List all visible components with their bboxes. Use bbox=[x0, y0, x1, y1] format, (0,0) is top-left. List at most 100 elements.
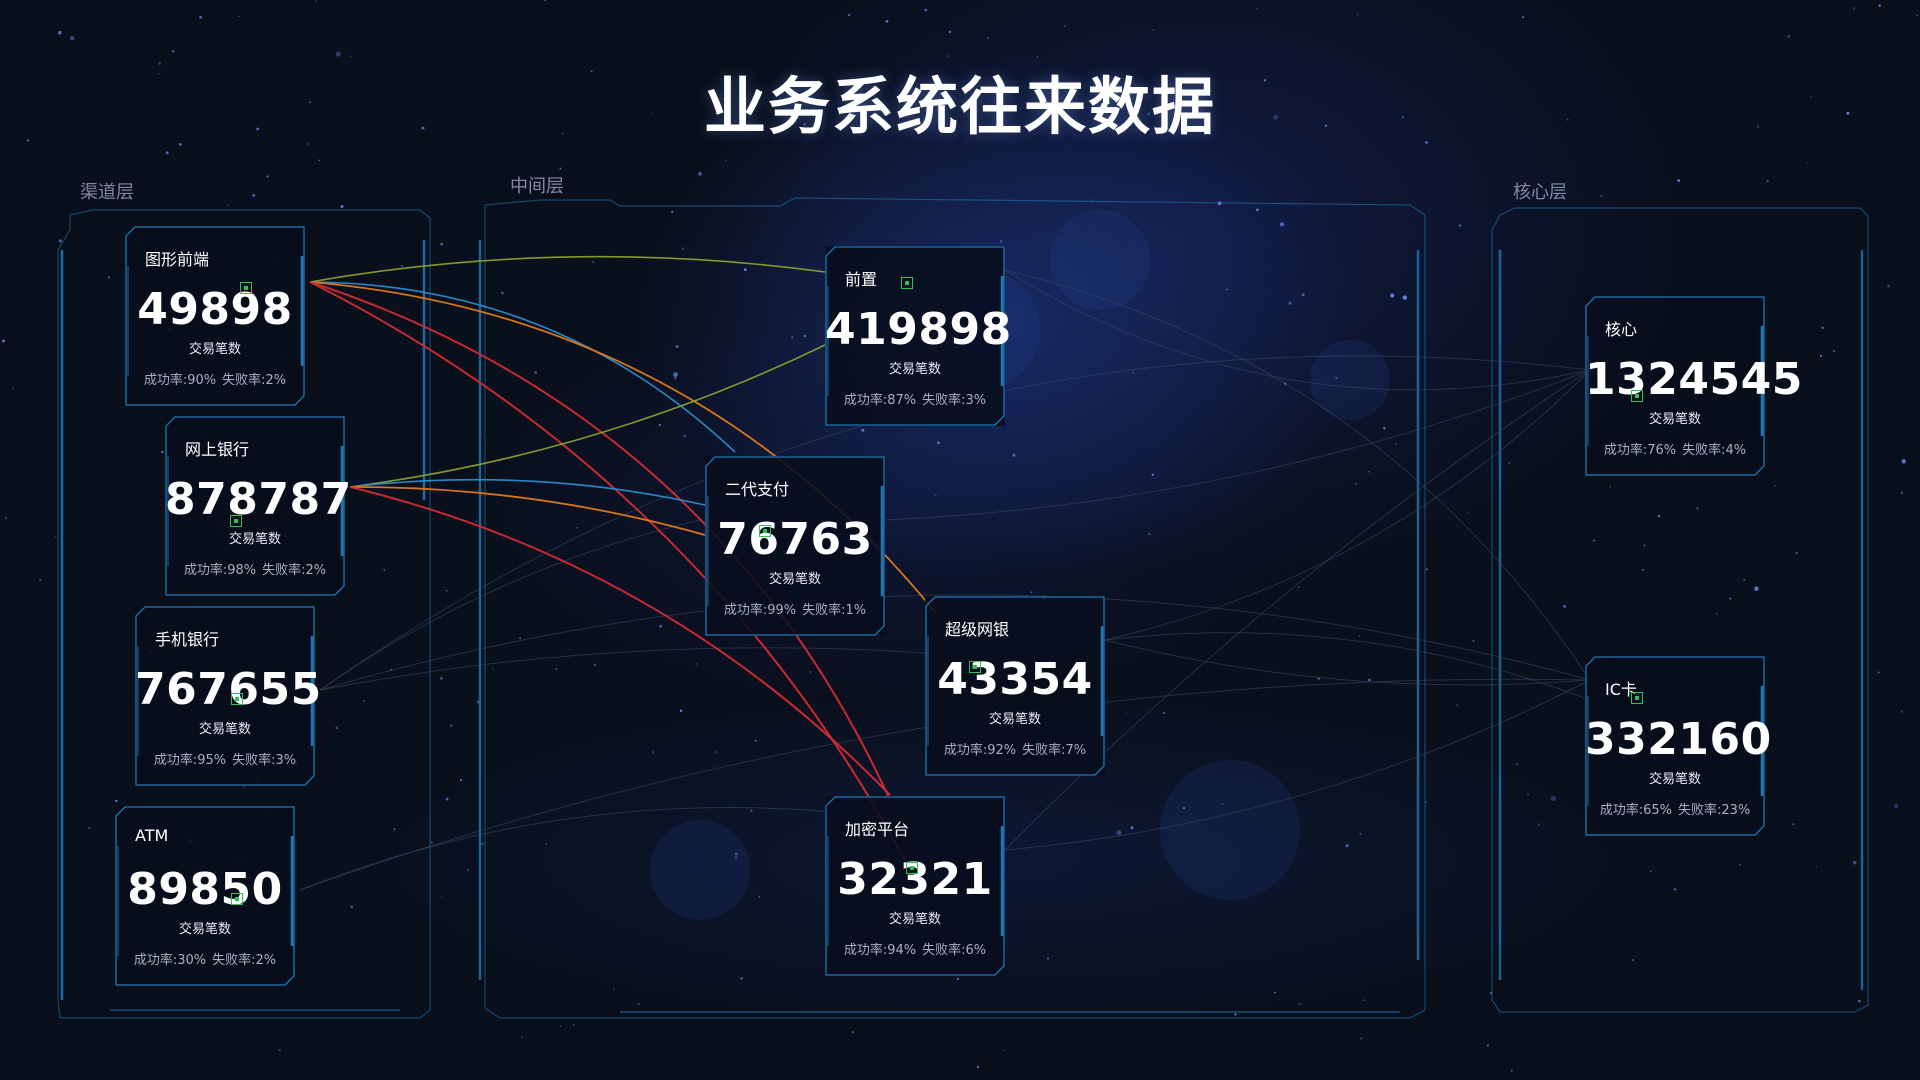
node-transaction-count: 89850 bbox=[127, 864, 283, 915]
success-label: 成功率: bbox=[133, 953, 178, 968]
layer-label-core: 核心层 bbox=[1513, 182, 1567, 203]
success-label: 成功率: bbox=[843, 943, 888, 958]
success-rate: 65% bbox=[1643, 803, 1672, 818]
node-marker-icon bbox=[1631, 692, 1643, 704]
node-caption: 交易笔数 bbox=[228, 532, 281, 547]
node-card-ic-card[interactable]: IC卡 332160 交易笔数 成功率:65% 失败率:23% bbox=[1585, 656, 1771, 836]
node-name: 加密平台 bbox=[845, 820, 910, 839]
faint-link-line bbox=[1104, 369, 1591, 641]
link-line bbox=[309, 255, 826, 283]
fail-label: 失败率: bbox=[262, 563, 306, 578]
fail-rate: 1% bbox=[845, 603, 867, 618]
success-rate: 30% bbox=[177, 953, 207, 968]
node-rates: 成功率:99% 失败率:1% bbox=[705, 599, 885, 618]
node-name: 手机银行 bbox=[155, 630, 220, 649]
node-caption: 交易笔数 bbox=[888, 362, 941, 377]
success-label: 成功率: bbox=[943, 743, 988, 758]
fail-rate: 23% bbox=[1721, 803, 1751, 818]
fail-rate: 6% bbox=[965, 943, 987, 958]
fail-rate: 2% bbox=[265, 373, 287, 388]
success-rate: 92% bbox=[987, 743, 1017, 758]
node-caption: 交易笔数 bbox=[1648, 412, 1701, 427]
node-name: ATM bbox=[135, 826, 169, 845]
fail-label: 失败率: bbox=[922, 943, 966, 958]
node-caption: 交易笔数 bbox=[988, 712, 1041, 727]
page-title: 业务系统往来数据 bbox=[703, 70, 1216, 143]
node-marker-icon bbox=[969, 661, 981, 673]
success-rate: 99% bbox=[767, 603, 797, 618]
node-card-graphic-frontend[interactable]: 图形前端 49898 交易笔数 成功率:90% 失败率:2% bbox=[125, 226, 305, 406]
node-rates: 成功率:94% 失败率:6% bbox=[825, 939, 1005, 958]
dashboard: 业务系统往来数据 渠道层 中间层 核心层 图形前端 49898 交易笔数 成功率:90… bbox=[0, 0, 1920, 1080]
node-rates: 成功率:92% 失败率:7% bbox=[925, 739, 1105, 758]
node-card-super-ebank[interactable]: 超级网银 43354 交易笔数成功率:92% 失败率:7% bbox=[925, 596, 1105, 776]
fail-label: 失败率: bbox=[1678, 803, 1722, 818]
node-transaction-count: 878787 bbox=[165, 474, 352, 525]
fail-rate: 4% bbox=[1725, 443, 1747, 458]
fail-rate: 7% bbox=[1065, 743, 1087, 758]
success-rate: 98% bbox=[227, 563, 257, 578]
node-card-atm[interactable]: ATM 89850 交易笔数成功率:30% 失败率:2% bbox=[115, 806, 295, 986]
node-transaction-count: 767655 bbox=[135, 664, 322, 715]
node-caption: 交易笔数 bbox=[198, 722, 251, 737]
faint-link-line bbox=[299, 807, 901, 891]
fail-label: 失败率: bbox=[212, 953, 256, 968]
faint-link-line bbox=[1104, 632, 1591, 701]
faint-link-line bbox=[1004, 269, 1591, 391]
layer-label-middle: 中间层 bbox=[510, 176, 564, 197]
fail-label: 失败率: bbox=[1022, 743, 1066, 758]
node-caption: 交易笔数 bbox=[888, 912, 941, 927]
success-rate: 90% bbox=[187, 373, 217, 388]
node-name: 超级网银 bbox=[945, 620, 1010, 639]
success-label: 成功率: bbox=[153, 753, 198, 768]
node-name: 核心 bbox=[1605, 320, 1638, 339]
node-marker-icon bbox=[901, 277, 913, 289]
fail-rate: 2% bbox=[255, 953, 277, 968]
fail-rate: 3% bbox=[965, 393, 987, 408]
node-card-online-banking[interactable]: 网上银行 878787 交易笔数 成功率:98% 失败率:2% bbox=[165, 416, 352, 596]
fail-label: 失败率: bbox=[802, 603, 846, 618]
node-rates: 成功率:30% 失败率:2% bbox=[115, 949, 295, 968]
faint-link-line bbox=[319, 647, 1011, 691]
fail-label: 失败率: bbox=[922, 393, 966, 408]
node-card-frontend[interactable]: 前置 419898 交易笔数 成功率:87% 失败率:3% bbox=[825, 246, 1011, 426]
node-name: 二代支付 bbox=[725, 480, 790, 499]
node-transaction-count: 43354 bbox=[937, 654, 1093, 705]
success-label: 成功率: bbox=[1599, 803, 1644, 818]
node-name: 前置 bbox=[845, 270, 878, 289]
success-label: 成功率: bbox=[723, 603, 768, 618]
node-card-encryption[interactable]: 加密平台 32321 交易笔数 成功率:94% 失败率:6% bbox=[825, 796, 1005, 976]
node-card-cnaps2[interactable]: 二代支付 76763 交易笔数 成功率:99% 失败率:1% bbox=[705, 456, 885, 636]
node-rates: 成功率:65% 失败率:23% bbox=[1585, 799, 1765, 818]
node-card-mobile-banking[interactable]: 手机银行 767655 交易笔数 成功率:95% 失败率:3% bbox=[135, 606, 322, 786]
node-card-core[interactable]: 核心 1324545 交易笔数成功率:76% 失败率:4% bbox=[1585, 296, 1803, 476]
node-caption: 交易笔数 bbox=[188, 342, 241, 357]
node-transaction-count: 1324545 bbox=[1585, 354, 1803, 405]
node-rates: 成功率:90% 失败率:2% bbox=[125, 369, 305, 388]
node-rates: 成功率:98% 失败率:2% bbox=[165, 559, 345, 578]
success-rate: 87% bbox=[887, 393, 917, 408]
fail-label: 失败率: bbox=[1682, 443, 1726, 458]
node-rates: 成功率:76% 失败率:4% bbox=[1585, 439, 1765, 458]
success-label: 成功率: bbox=[143, 373, 188, 388]
node-marker-icon bbox=[231, 693, 243, 705]
link-line bbox=[309, 281, 736, 453]
node-marker-icon bbox=[1631, 390, 1643, 402]
fail-label: 失败率: bbox=[232, 753, 276, 768]
success-label: 成功率: bbox=[843, 393, 888, 408]
layer-label-channel: 渠道层 bbox=[80, 182, 134, 203]
success-rate: 76% bbox=[1647, 443, 1677, 458]
fail-label: 失败率: bbox=[222, 373, 266, 388]
faint-link-line bbox=[1104, 639, 1591, 686]
node-caption: 交易笔数 bbox=[178, 922, 231, 937]
success-rate: 94% bbox=[887, 943, 917, 958]
node-marker-icon bbox=[906, 862, 918, 874]
success-label: 成功率: bbox=[183, 563, 228, 578]
node-marker-icon bbox=[240, 282, 252, 294]
node-transaction-count: 49898 bbox=[137, 284, 293, 335]
node-rates: 成功率:87% 失败率:3% bbox=[825, 389, 1005, 408]
node-caption: 交易笔数 bbox=[1648, 772, 1701, 787]
node-name: 网上银行 bbox=[185, 440, 250, 459]
success-label: 成功率: bbox=[1603, 443, 1648, 458]
faint-link-line bbox=[319, 519, 701, 691]
